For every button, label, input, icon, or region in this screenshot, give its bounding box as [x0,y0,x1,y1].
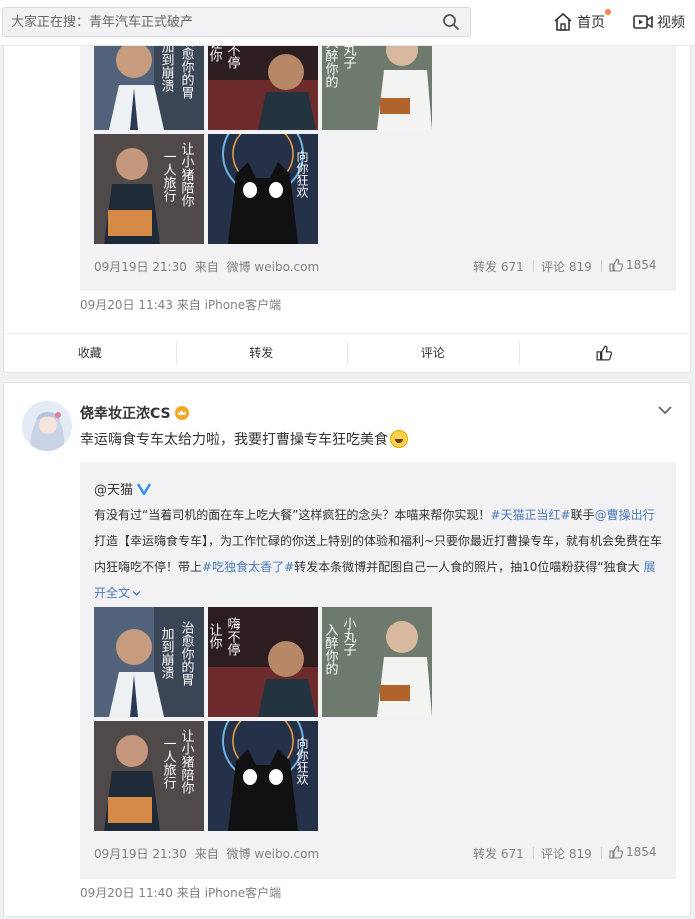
like-count[interactable]: 1854 [609,258,657,272]
svg-text:让小猪陪你: 让小猪陪你 [179,729,195,794]
repost-meta: 09月19日 21:30 来自 微博 weibo.com [94,845,323,862]
post-image[interactable]: 一人旅行 让小猪陪你 [94,721,204,831]
post-source[interactable]: iPhone客户端 [205,298,282,312]
svg-text:让小猪陪你: 让小猪陪你 [179,142,195,207]
top-bar: 首页 视频 [0,0,695,46]
video-icon [633,15,653,29]
image-grid: 加到崩溃 治愈你的胃 让你 嗨不停 入醉你的 小丸子 一人旅行 让小猪陪你 向你… [94,607,432,831]
forward-button[interactable]: 转发 [175,334,348,371]
post-image[interactable]: 加到崩溃 治愈你的胃 [94,607,204,717]
svg-text:向你狂欢: 向你狂欢 [295,149,309,199]
forward-count-label: 转发 671 [473,260,524,274]
repost-text-part: 转发本条微博并配图自己一人食的照片，抽10位喵粉获得“独食大 [294,560,640,574]
nav-home-label: 首页 [577,15,605,31]
post-image[interactable]: 向你狂欢 [208,721,318,831]
search-icon[interactable] [442,13,460,31]
chevron-down-icon [132,591,141,596]
notification-dot [605,9,611,15]
post-meta: 09月20日 11:40 来自 iPhone客户端 [80,884,281,901]
divider [533,847,534,859]
hashtag-link[interactable]: #天猫正当红# [490,508,570,522]
comment-button[interactable]: 评论 [347,334,519,371]
thumbs-up-icon [596,345,613,360]
username[interactable]: 侥幸妆正浓CS [80,403,189,423]
forward-count[interactable]: 转发 671 [473,258,524,275]
post-image[interactable]: 一人旅行 让小猪陪你 [94,134,204,244]
feed-card: 加到崩溃 治愈你的胃 让你 嗨不停 入醉你的 小丸子 一人旅行 让小猪陪你 向你… [3,0,691,373]
repost-box: @天猫 有没有过“当着司机的面在车上吃大餐”这样疯狂的念头？本喵来帮你实现！#天… [80,462,676,879]
post-image[interactable]: 入醉你的 小丸子 [322,607,432,717]
search-box[interactable] [2,7,471,37]
repost-text-part: 联手 [570,508,595,522]
post-meta: 09月20日 11:43 来自 iPhone客户端 [80,296,281,313]
action-bar: 收藏 转发 评论 [4,333,690,371]
comment-count[interactable]: 评论 819 [541,258,592,275]
repost-text-part: 有没有过“当着司机的面在车上吃大餐”这样疯狂的念头？本喵来帮你实现！ [94,508,491,522]
divider [601,847,602,859]
svg-text:加到崩溃: 加到崩溃 [159,627,175,679]
divider [601,260,602,272]
svg-text:一人旅行: 一人旅行 [161,737,177,790]
thumbs-up-icon [609,258,623,272]
svg-text:让你: 让你 [208,623,222,649]
nav-video[interactable]: 视频 [633,10,685,34]
like-count-label: 1854 [626,258,657,272]
search-input[interactable] [3,8,423,36]
post-text-content: 幸运嗨食专车太给力啦，我要打曹操专车狂吃美食 [80,432,388,448]
vip-crown-icon[interactable] [174,406,189,420]
comment-count-label: 评论 819 [541,847,592,861]
home-icon [554,12,572,31]
favorite-label: 收藏 [77,346,102,360]
like-count-label: 1854 [626,845,657,859]
username-label: 侥幸妆正浓CS [80,406,171,422]
post-from: 来自 [176,886,201,900]
chevron-down-icon[interactable] [658,405,672,415]
divider [533,260,534,272]
hashtag-link[interactable]: #吃独食太香了# [202,560,294,574]
comment-count-label: 评论 819 [541,260,592,274]
thumbs-up-icon [609,845,623,859]
svg-text:小丸子: 小丸子 [341,617,357,656]
svg-text:入醉你的: 入醉你的 [323,623,339,675]
comment-label: 评论 [420,346,445,360]
post-time[interactable]: 09月20日 11:43 [80,298,173,312]
post-text: 幸运嗨食专车太给力啦，我要打曹操专车狂吃美食 [80,429,408,449]
forward-count[interactable]: 转发 671 [473,845,524,862]
svg-text:一人旅行: 一人旅行 [161,150,177,203]
post-from: 来自 [176,298,201,312]
like-count[interactable]: 1854 [609,845,657,859]
laugh-emoji-icon [390,430,408,448]
verified-icon [137,482,152,495]
svg-text:嗨不停: 嗨不停 [225,617,241,656]
avatar[interactable] [22,401,72,451]
feed-card: 侥幸妆正浓CS 幸运嗨食专车太给力啦，我要打曹操专车狂吃美食 @天猫 有没有过“… [3,382,691,917]
mention-link[interactable]: @曹操出行 [595,508,655,522]
forward-count-label: 转发 671 [473,847,524,861]
post-time[interactable]: 09月20日 11:40 [80,886,173,900]
repost-meta: 09月19日 21:30 来自 微博 weibo.com [94,258,323,275]
like-button[interactable] [518,334,691,371]
repost-author-label: @天猫 [94,483,134,498]
post-image[interactable]: 让你 嗨不停 [208,607,318,717]
repost-source[interactable]: 微博 weibo.com [227,847,320,861]
svg-text:向你狂欢: 向你狂欢 [295,736,309,786]
repost-text: 有没有过“当着司机的面在车上吃大餐”这样疯狂的念头？本喵来帮你实现！#天猫正当红… [94,502,664,606]
svg-text:治愈你的胃: 治愈你的胃 [179,621,195,686]
forward-label: 转发 [249,346,274,360]
post-image[interactable]: 向你狂欢 [208,134,318,244]
repost-time[interactable]: 09月19日 21:30 [94,260,187,274]
favorite-button[interactable]: 收藏 [4,334,176,371]
repost-from: 来自 [194,847,219,861]
repost-from: 来自 [194,260,219,274]
svg-text:加到崩溃: 加到崩溃 [159,40,175,92]
repost-time[interactable]: 09月19日 21:30 [94,847,187,861]
nav-home[interactable]: 首页 [553,9,611,34]
post-source[interactable]: iPhone客户端 [205,886,282,900]
repost-source[interactable]: 微博 weibo.com [227,260,320,274]
comment-count[interactable]: 评论 819 [541,845,592,862]
nav-video-label: 视频 [657,15,685,31]
image-grid: 加到崩溃 治愈你的胃 让你 嗨不停 入醉你的 小丸子 一人旅行 让小猪陪你 向你… [94,20,432,244]
repost-author[interactable]: @天猫 [94,479,152,498]
